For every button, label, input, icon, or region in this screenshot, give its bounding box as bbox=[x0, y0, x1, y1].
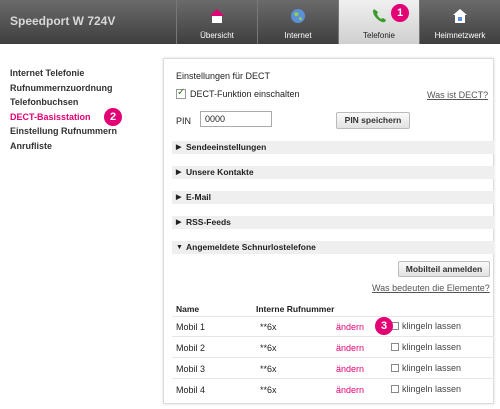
sidebar-item-rufnummernzuordnung[interactable]: Rufnummernzuordnung bbox=[10, 81, 150, 96]
section-e-mail[interactable]: ▶ E-Mail bbox=[172, 191, 494, 204]
what-is-dect-link[interactable]: Was ist DECT? bbox=[427, 90, 488, 100]
pin-label: PIN bbox=[176, 116, 192, 126]
step-badge-1: 1 bbox=[391, 4, 409, 22]
home-icon bbox=[177, 6, 257, 26]
step-badge-3: 3 bbox=[375, 317, 393, 335]
chevron-down-icon: ▼ bbox=[176, 244, 183, 251]
dect-enable-checkbox[interactable] bbox=[176, 87, 186, 99]
section-angemeldete-schnurlostelefone[interactable]: ▼ Angemeldete Schnurlostelefone bbox=[172, 241, 494, 254]
tab-uebersicht[interactable]: Übersicht bbox=[176, 0, 257, 44]
handset-number: **6x bbox=[260, 364, 277, 374]
tab-label: Telefonie bbox=[362, 31, 396, 40]
ring-label: klingeln lassen bbox=[402, 342, 462, 352]
handset-number: **6x bbox=[260, 343, 277, 353]
tab-internet[interactable]: Internet bbox=[257, 0, 338, 44]
page-title: Einstellungen für DECT bbox=[176, 71, 271, 81]
ring-label: klingeln lassen bbox=[402, 363, 462, 373]
register-handset-button[interactable]: Mobilteil anmelden bbox=[398, 261, 490, 277]
pin-input[interactable] bbox=[200, 111, 272, 127]
brand-title: Speedport W 724V bbox=[10, 14, 116, 28]
ring-handset-button[interactable]: klingeln lassen bbox=[391, 321, 461, 331]
tab-label: Internet bbox=[284, 31, 312, 40]
column-header-internal-number: Interne Rufnummer bbox=[256, 304, 335, 314]
edit-handset-link[interactable]: ändern bbox=[336, 322, 364, 332]
sidebar-item-internet-telefonie[interactable]: Internet Telefonie bbox=[10, 66, 150, 81]
ring-label: klingeln lassen bbox=[402, 321, 462, 331]
divider bbox=[172, 316, 494, 317]
column-header-name: Name bbox=[176, 304, 200, 314]
section-label: Angemeldete Schnurlostelefone bbox=[186, 242, 316, 252]
ring-handset-button[interactable]: klingeln lassen bbox=[391, 384, 461, 394]
divider bbox=[172, 336, 494, 337]
ring-icon bbox=[391, 343, 399, 351]
handset-number: **6x bbox=[260, 385, 277, 395]
sidebar-item-anrufliste[interactable]: Anrufliste bbox=[10, 139, 150, 154]
top-navigation-bar: Speedport W 724V Übersicht Internet Tele… bbox=[0, 0, 500, 44]
handset-name: Mobil 2 bbox=[176, 343, 206, 353]
dect-settings-panel: Einstellungen für DECT DECT-Funktion ein… bbox=[163, 58, 494, 404]
pin-save-button[interactable]: PIN speichern bbox=[336, 112, 410, 129]
ring-handset-button[interactable]: klingeln lassen bbox=[391, 342, 461, 352]
chevron-right-icon: ▶ bbox=[176, 144, 182, 151]
edit-handset-link[interactable]: ändern bbox=[336, 364, 364, 374]
globe-icon bbox=[258, 6, 338, 26]
chevron-right-icon: ▶ bbox=[176, 219, 182, 226]
chevron-right-icon: ▶ bbox=[176, 194, 182, 201]
section-label: RSS-Feeds bbox=[186, 217, 231, 227]
tab-label: Übersicht bbox=[200, 31, 234, 40]
dect-enable-label: DECT-Funktion einschalten bbox=[190, 89, 300, 99]
section-rss-feeds[interactable]: ▶ RSS-Feeds bbox=[172, 216, 494, 229]
section-label: Unsere Kontakte bbox=[186, 167, 254, 177]
divider bbox=[172, 378, 494, 379]
ring-label: klingeln lassen bbox=[402, 384, 462, 394]
sidebar-item-telefonbuchsen[interactable]: Telefonbuchsen bbox=[10, 95, 150, 110]
edit-handset-link[interactable]: ändern bbox=[336, 385, 364, 395]
tab-label: Heimnetzwerk bbox=[434, 31, 486, 40]
handset-number: **6x bbox=[260, 322, 277, 332]
sidebar-item-einstellung-rufnummern[interactable]: Einstellung Rufnummern bbox=[10, 124, 150, 139]
section-label: Sendeeinstellungen bbox=[186, 142, 267, 152]
section-label: E-Mail bbox=[186, 192, 212, 202]
handset-name: Mobil 4 bbox=[176, 385, 206, 395]
handset-name: Mobil 1 bbox=[176, 322, 206, 332]
ring-icon bbox=[391, 364, 399, 372]
edit-handset-link[interactable]: ändern bbox=[336, 343, 364, 353]
home-network-icon bbox=[420, 6, 500, 26]
tab-heimnetzwerk[interactable]: Heimnetzwerk bbox=[419, 0, 500, 44]
section-unsere-kontakte[interactable]: ▶ Unsere Kontakte bbox=[172, 166, 494, 179]
divider bbox=[172, 357, 494, 358]
sidebar: Internet Telefonie Rufnummernzuordnung T… bbox=[10, 66, 150, 153]
section-sendeeinstellungen[interactable]: ▶ Sendeeinstellungen bbox=[172, 141, 494, 154]
elements-help-link[interactable]: Was bedeuten die Elemente? bbox=[372, 283, 490, 293]
step-badge-2: 2 bbox=[104, 108, 122, 126]
ring-icon bbox=[391, 385, 399, 393]
handset-name: Mobil 3 bbox=[176, 364, 206, 374]
chevron-right-icon: ▶ bbox=[176, 169, 182, 176]
sidebar-item-dect-basisstation[interactable]: DECT-Basisstation bbox=[10, 110, 150, 125]
ring-handset-button[interactable]: klingeln lassen bbox=[391, 363, 461, 373]
